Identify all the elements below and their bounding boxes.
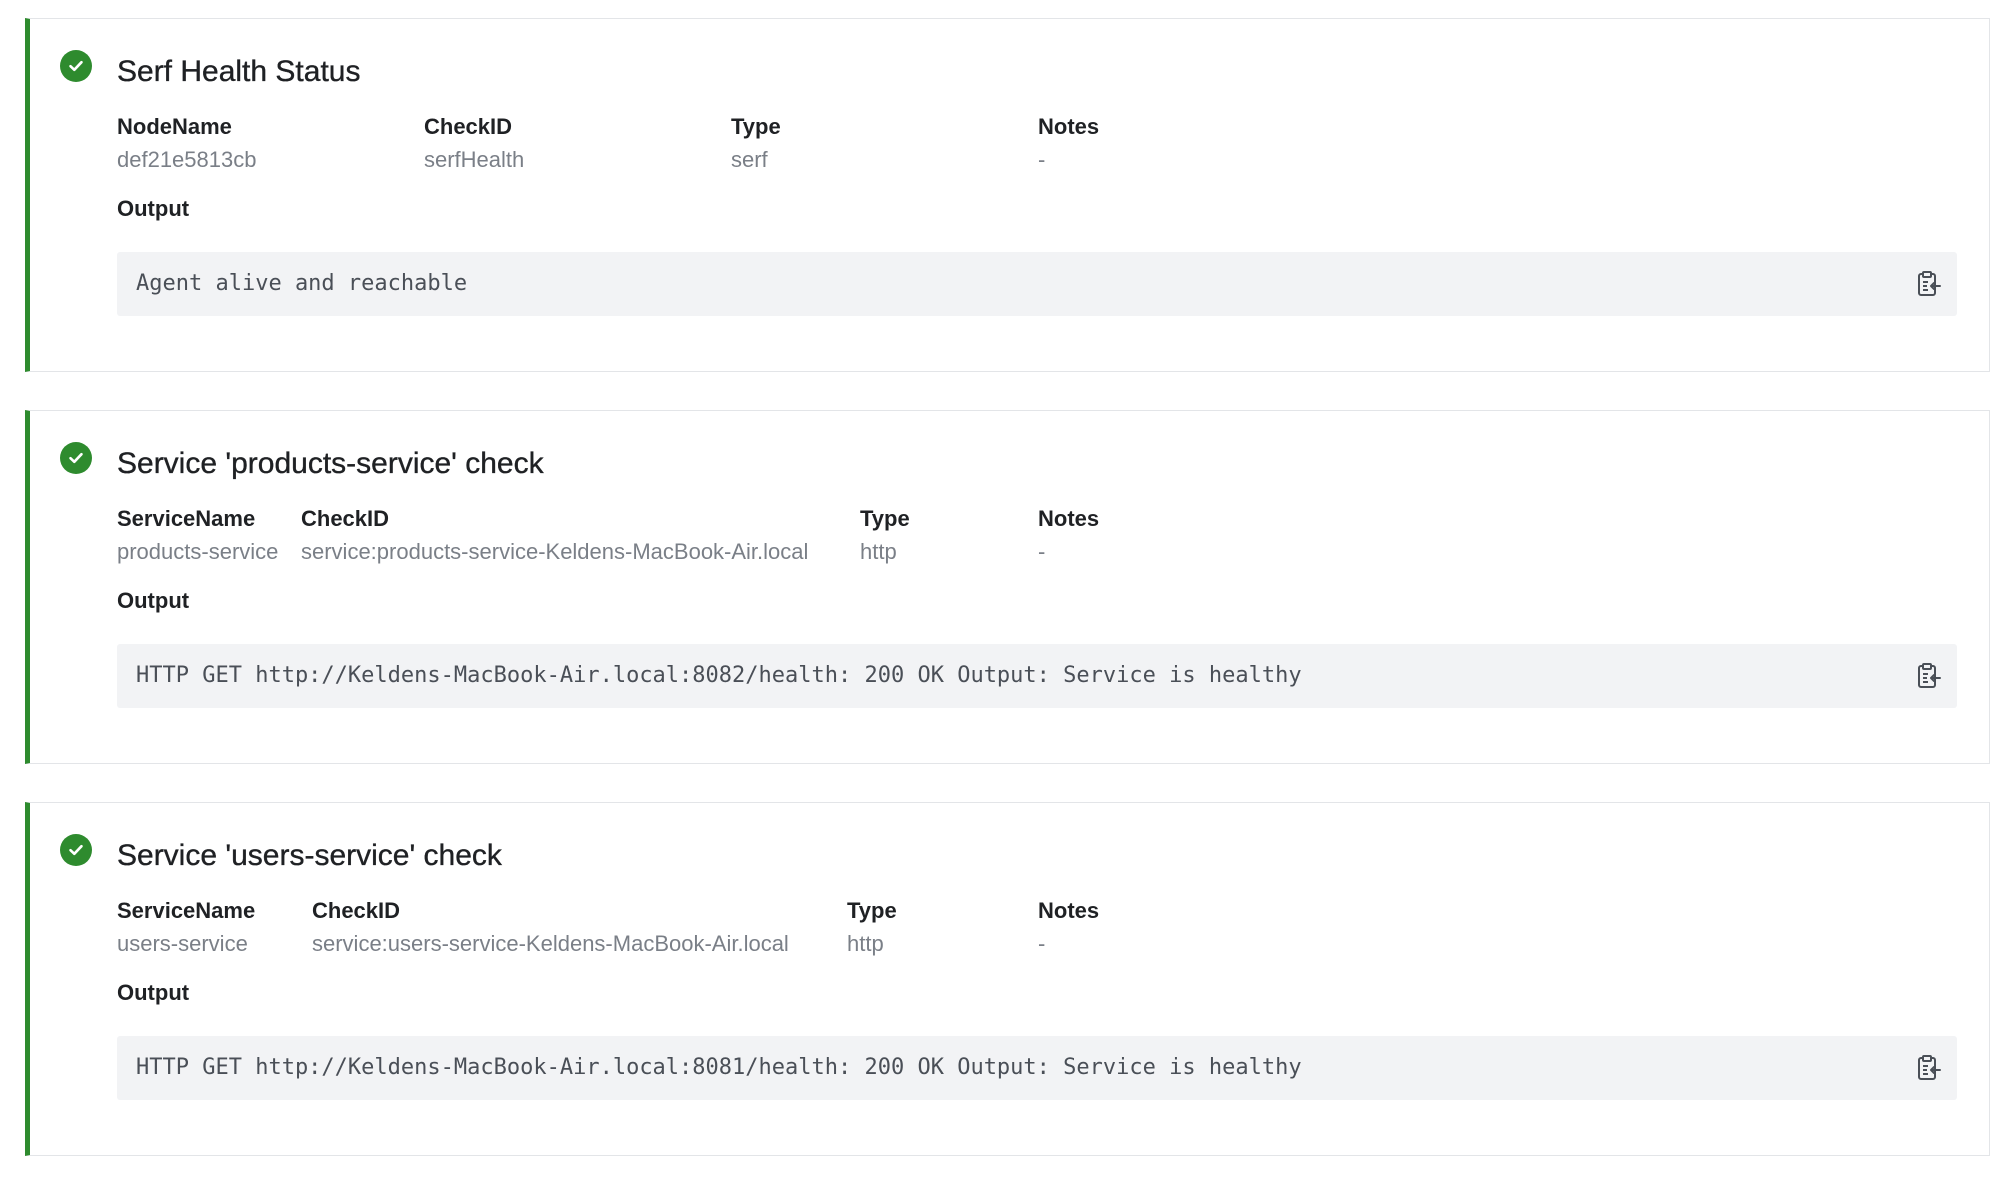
field-label: NodeName [117,114,232,139]
health-check-card: Service 'users-service' check ServiceNam… [25,802,1990,1156]
check-title: Serf Health Status [117,55,361,88]
node-name-field: NodeName def21e5813cb [117,112,256,175]
field-value: products-service [117,539,279,564]
output-text: Agent alive and reachable [136,271,468,296]
type-field: Type http [847,896,897,959]
check-id-field: CheckID service:products-service-Keldens… [301,504,808,567]
copy-output-button[interactable] [1909,264,1949,304]
check-id-field: CheckID service:users-service-Keldens-Ma… [312,896,789,959]
health-checks-list: Serf Health Status NodeName def21e5813cb… [25,18,1990,1194]
field-value: - [1038,931,1046,956]
field-label: Type [731,114,781,139]
clipboard-copy-icon [1918,1055,1941,1080]
field-label: CheckID [424,114,513,139]
copy-output-button[interactable] [1909,656,1949,696]
output-label: Output [117,588,190,613]
check-title: Service 'users-service' check [117,839,502,872]
field-value: service:products-service-Keldens-MacBook… [301,539,809,564]
check-title: Service 'products-service' check [117,447,544,480]
service-name-field: ServiceName users-service [117,896,255,959]
field-label: Type [847,898,897,923]
field-label: CheckID [312,898,401,923]
notes-field: Notes - [1038,896,1099,959]
check-id-field: CheckID serfHealth [424,112,524,175]
field-value: http [847,931,884,956]
output-block: HTTP GET http://Keldens-MacBook-Air.loca… [117,1036,1957,1100]
clipboard-copy-icon [1918,271,1941,296]
output-text: HTTP GET http://Keldens-MacBook-Air.loca… [136,663,1302,688]
type-field: Type serf [731,112,781,175]
health-check-card: Service 'products-service' check Service… [25,410,1990,764]
field-value: serf [731,147,768,172]
field-label: Notes [1038,506,1100,531]
output-label: Output [117,980,190,1005]
type-field: Type http [860,504,910,567]
service-name-field: ServiceName products-service [117,504,278,567]
field-value: http [860,539,897,564]
field-value: - [1038,539,1046,564]
field-label: Notes [1038,114,1100,139]
health-check-card: Serf Health Status NodeName def21e5813cb… [25,18,1990,372]
check-circle-icon [60,442,92,474]
field-value: service:users-service-Keldens-MacBook-Ai… [312,931,789,956]
output-label: Output [117,196,190,221]
field-label: CheckID [301,506,390,531]
field-value: users-service [117,931,248,956]
field-value: def21e5813cb [117,147,257,172]
clipboard-copy-icon [1918,663,1941,688]
check-circle-icon [60,834,92,866]
notes-field: Notes - [1038,112,1099,175]
output-block: HTTP GET http://Keldens-MacBook-Air.loca… [117,644,1957,708]
check-circle-icon [60,50,92,82]
field-label: ServiceName [117,898,256,923]
output-block: Agent alive and reachable [117,252,1957,316]
output-text: HTTP GET http://Keldens-MacBook-Air.loca… [136,1055,1302,1080]
field-label: Type [860,506,910,531]
field-value: serfHealth [424,147,525,172]
copy-output-button[interactable] [1909,1048,1949,1088]
field-label: Notes [1038,898,1100,923]
field-value: - [1038,147,1046,172]
field-label: ServiceName [117,506,256,531]
notes-field: Notes - [1038,504,1099,567]
